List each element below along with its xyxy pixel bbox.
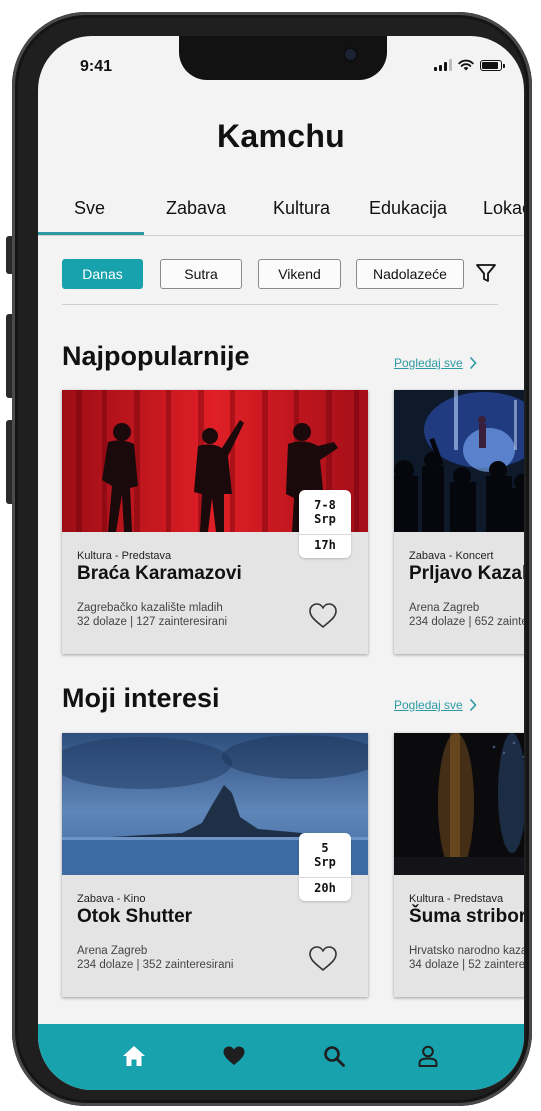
bottom-navigation xyxy=(38,1024,524,1090)
event-image xyxy=(394,390,524,532)
event-stats: 234 dolaze | 352 zainteresirani xyxy=(77,959,234,971)
phone-screen: 9:41 Kamchu Sve Zabava Kultura Edukacija… xyxy=(38,36,524,1090)
silent-switch xyxy=(6,236,12,274)
search-icon[interactable] xyxy=(322,1044,346,1068)
date-month: Srp xyxy=(314,512,336,526)
event-card[interactable]: 5 Srp 20h Zabava - Kino Otok Shutter Are… xyxy=(62,733,368,997)
status-time: 9:41 xyxy=(80,58,113,75)
event-category: Kultura - Predstava xyxy=(77,550,172,562)
filter-chip-danas[interactable]: Danas xyxy=(62,259,143,289)
event-stats: 34 dolaze | 52 zainteresirani xyxy=(409,959,524,971)
event-category: Zabava - Kino xyxy=(77,893,146,905)
heart-icon[interactable] xyxy=(222,1044,246,1068)
event-stats: 234 dolaze | 652 zainteresirani xyxy=(409,616,524,628)
event-venue: Hrvatsko narodno kazalište xyxy=(409,945,524,957)
notch xyxy=(179,36,387,80)
event-card[interactable]: Zabava - Koncert Prljavo Kazalište Arena… xyxy=(394,390,524,654)
camera-icon xyxy=(345,49,356,60)
date-days: 5 xyxy=(321,841,329,855)
event-time: 20h xyxy=(314,881,336,895)
event-title: Prljavo Kazalište xyxy=(409,563,524,584)
status-icons xyxy=(434,59,505,71)
filter-chip-vikend[interactable]: Vikend xyxy=(258,259,341,289)
event-card[interactable]: Kultura - Predstava Šuma striborova Hrva… xyxy=(394,733,524,997)
active-tab-indicator xyxy=(38,232,144,235)
filters-divider xyxy=(62,304,498,305)
filter-chip-sutra[interactable]: Sutra xyxy=(160,259,242,289)
tab-kultura[interactable]: Kultura xyxy=(273,198,330,219)
see-all-label: Pogledaj sve xyxy=(394,698,463,712)
section-title-najpopularnije: Najpopularnije xyxy=(62,341,250,371)
volume-up-button xyxy=(6,314,12,398)
date-badge: 7-8 Srp 17h xyxy=(299,490,351,558)
wifi-icon xyxy=(458,59,474,71)
date-month: Srp xyxy=(314,855,336,869)
app-title: Kamchu xyxy=(216,118,346,154)
chevron-right-icon xyxy=(469,698,477,712)
event-image xyxy=(394,733,524,875)
section-title-moji-interesi: Moji interesi xyxy=(62,683,220,713)
profile-icon[interactable] xyxy=(416,1044,440,1068)
chevron-right-icon xyxy=(469,356,477,370)
home-icon[interactable] xyxy=(122,1044,146,1068)
event-venue: Arena Zagreb xyxy=(77,945,148,957)
event-venue: Arena Zagreb xyxy=(409,602,480,614)
event-title: Braća Karamazovi xyxy=(77,563,242,584)
tab-sve[interactable]: Sve xyxy=(74,198,105,219)
date-days: 7-8 xyxy=(314,498,336,512)
tab-edukacija[interactable]: Edukacija xyxy=(369,198,447,219)
event-category: Kultura - Predstava xyxy=(409,893,504,905)
tab-zabava[interactable]: Zabava xyxy=(166,198,226,219)
event-card[interactable]: 7-8 Srp 17h Kultura - Predstava Braća Ka… xyxy=(62,390,368,654)
filter-icon[interactable] xyxy=(475,262,497,284)
tab-lokacije[interactable]: Lokacije xyxy=(483,198,524,219)
date-badge: 5 Srp 20h xyxy=(299,833,351,901)
volume-down-button xyxy=(6,420,12,504)
event-title: Otok Shutter xyxy=(77,906,193,927)
event-venue: Zagrebačko kazalište mladih xyxy=(77,602,223,614)
filter-chip-nadolazece[interactable]: Nadolazeće xyxy=(356,259,464,289)
heart-outline-icon[interactable] xyxy=(308,602,338,630)
see-all-label: Pogledaj sve xyxy=(394,356,463,370)
see-all-link[interactable]: Pogledaj sve xyxy=(394,356,477,370)
signal-icon xyxy=(434,59,452,71)
see-all-link[interactable]: Pogledaj sve xyxy=(394,698,477,712)
event-title: Šuma striborova xyxy=(409,906,524,927)
battery-icon xyxy=(480,60,505,71)
event-stats: 32 dolaze | 127 zainteresirani xyxy=(77,616,228,628)
event-time: 17h xyxy=(314,538,336,552)
heart-outline-icon[interactable] xyxy=(308,945,338,973)
tabs-divider xyxy=(38,235,524,236)
event-category: Zabava - Koncert xyxy=(409,550,494,562)
